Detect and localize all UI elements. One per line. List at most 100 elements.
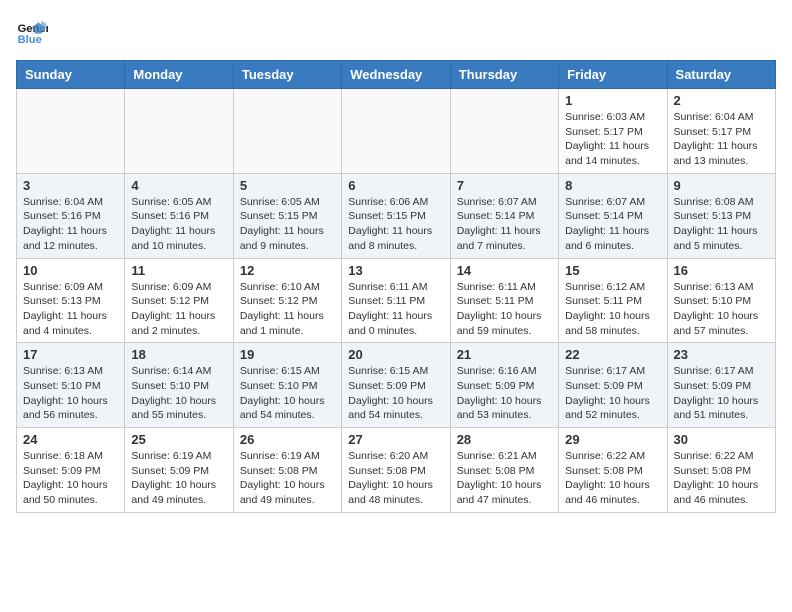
calendar-cell: 20 Sunrise: 6:15 AM Sunset: 5:09 PM Dayli…: [342, 343, 450, 428]
day-number: 30: [674, 432, 769, 447]
cell-info: Sunrise: 6:07 AM Sunset: 5:14 PM Dayligh…: [457, 195, 552, 254]
day-number: 2: [674, 93, 769, 108]
cell-info: Sunrise: 6:22 AM Sunset: 5:08 PM Dayligh…: [565, 449, 660, 508]
cell-info: Sunrise: 6:06 AM Sunset: 5:15 PM Dayligh…: [348, 195, 443, 254]
cell-info: Sunrise: 6:11 AM Sunset: 5:11 PM Dayligh…: [348, 280, 443, 339]
calendar-cell: 23 Sunrise: 6:17 AM Sunset: 5:09 PM Dayli…: [667, 343, 775, 428]
day-number: 26: [240, 432, 335, 447]
calendar-cell: 15 Sunrise: 6:12 AM Sunset: 5:11 PM Dayli…: [559, 258, 667, 343]
calendar-cell: 25 Sunrise: 6:19 AM Sunset: 5:09 PM Dayli…: [125, 428, 233, 513]
calendar-cell: 18 Sunrise: 6:14 AM Sunset: 5:10 PM Dayli…: [125, 343, 233, 428]
cell-info: Sunrise: 6:15 AM Sunset: 5:09 PM Dayligh…: [348, 364, 443, 423]
day-header-monday: Monday: [125, 61, 233, 89]
cell-info: Sunrise: 6:21 AM Sunset: 5:08 PM Dayligh…: [457, 449, 552, 508]
day-number: 16: [674, 263, 769, 278]
day-number: 11: [131, 263, 226, 278]
day-number: 20: [348, 347, 443, 362]
calendar-cell: [450, 89, 558, 174]
calendar-cell: 8Sunrise: 6:07 AM Sunset: 5:14 PM Daylig…: [559, 173, 667, 258]
calendar-cell: 22 Sunrise: 6:17 AM Sunset: 5:09 PM Dayli…: [559, 343, 667, 428]
day-header-tuesday: Tuesday: [233, 61, 341, 89]
cell-info: Sunrise: 6:04 AM Sunset: 5:16 PM Dayligh…: [23, 195, 118, 254]
calendar-week-row: 24 Sunrise: 6:18 AM Sunset: 5:09 PM Dayli…: [17, 428, 776, 513]
day-number: 27: [348, 432, 443, 447]
calendar-week-row: 17 Sunrise: 6:13 AM Sunset: 5:10 PM Dayli…: [17, 343, 776, 428]
cell-info: Sunrise: 6:09 AM Sunset: 5:12 PM Dayligh…: [131, 280, 226, 339]
calendar-cell: 13 Sunrise: 6:11 AM Sunset: 5:11 PM Dayli…: [342, 258, 450, 343]
cell-info: Sunrise: 6:16 AM Sunset: 5:09 PM Dayligh…: [457, 364, 552, 423]
day-number: 9: [674, 178, 769, 193]
day-number: 22: [565, 347, 660, 362]
cell-info: Sunrise: 6:03 AM Sunset: 5:17 PM Dayligh…: [565, 110, 660, 169]
calendar-cell: 28 Sunrise: 6:21 AM Sunset: 5:08 PM Dayli…: [450, 428, 558, 513]
day-header-sunday: Sunday: [17, 61, 125, 89]
day-number: 14: [457, 263, 552, 278]
cell-info: Sunrise: 6:13 AM Sunset: 5:10 PM Dayligh…: [23, 364, 118, 423]
day-number: 24: [23, 432, 118, 447]
calendar-cell: 4 Sunrise: 6:05 AM Sunset: 5:16 PM Daylig…: [125, 173, 233, 258]
cell-info: Sunrise: 6:08 AM Sunset: 5:13 PM Dayligh…: [674, 195, 769, 254]
cell-info: Sunrise: 6:19 AM Sunset: 5:08 PM Dayligh…: [240, 449, 335, 508]
cell-info: Sunrise: 6:17 AM Sunset: 5:09 PM Dayligh…: [674, 364, 769, 423]
day-header-thursday: Thursday: [450, 61, 558, 89]
calendar-cell: 9 Sunrise: 6:08 AM Sunset: 5:13 PM Daylig…: [667, 173, 775, 258]
day-number: 1: [565, 93, 660, 108]
cell-info: Sunrise: 6:12 AM Sunset: 5:11 PM Dayligh…: [565, 280, 660, 339]
day-number: 28: [457, 432, 552, 447]
day-header-saturday: Saturday: [667, 61, 775, 89]
calendar-cell: 1 Sunrise: 6:03 AM Sunset: 5:17 PM Daylig…: [559, 89, 667, 174]
calendar-header-row: SundayMondayTuesdayWednesdayThursdayFrid…: [17, 61, 776, 89]
day-number: 5: [240, 178, 335, 193]
calendar-cell: [233, 89, 341, 174]
day-number: 18: [131, 347, 226, 362]
day-number: 4: [131, 178, 226, 193]
calendar-cell: 26 Sunrise: 6:19 AM Sunset: 5:08 PM Dayli…: [233, 428, 341, 513]
day-number: 7: [457, 178, 552, 193]
cell-info: Sunrise: 6:04 AM Sunset: 5:17 PM Dayligh…: [674, 110, 769, 169]
day-number: 6: [348, 178, 443, 193]
calendar-cell: 11 Sunrise: 6:09 AM Sunset: 5:12 PM Dayli…: [125, 258, 233, 343]
cell-info: Sunrise: 6:07 AM Sunset: 5:14 PM Dayligh…: [565, 195, 660, 254]
calendar-cell: 14Sunrise: 6:11 AM Sunset: 5:11 PM Dayli…: [450, 258, 558, 343]
logo: General Blue: [16, 16, 52, 48]
calendar-cell: 12Sunrise: 6:10 AM Sunset: 5:12 PM Dayli…: [233, 258, 341, 343]
day-number: 25: [131, 432, 226, 447]
cell-info: Sunrise: 6:09 AM Sunset: 5:13 PM Dayligh…: [23, 280, 118, 339]
calendar-cell: 21 Sunrise: 6:16 AM Sunset: 5:09 PM Dayli…: [450, 343, 558, 428]
calendar-week-row: 3 Sunrise: 6:04 AM Sunset: 5:16 PM Daylig…: [17, 173, 776, 258]
calendar-cell: 29Sunrise: 6:22 AM Sunset: 5:08 PM Dayli…: [559, 428, 667, 513]
calendar-cell: 16Sunrise: 6:13 AM Sunset: 5:10 PM Dayli…: [667, 258, 775, 343]
day-number: 23: [674, 347, 769, 362]
calendar: SundayMondayTuesdayWednesdayThursdayFrid…: [16, 60, 776, 513]
day-number: 3: [23, 178, 118, 193]
calendar-week-row: 1 Sunrise: 6:03 AM Sunset: 5:17 PM Daylig…: [17, 89, 776, 174]
day-number: 13: [348, 263, 443, 278]
day-number: 12: [240, 263, 335, 278]
page-header: General Blue: [16, 16, 776, 48]
calendar-cell: 24 Sunrise: 6:18 AM Sunset: 5:09 PM Dayli…: [17, 428, 125, 513]
day-header-friday: Friday: [559, 61, 667, 89]
day-number: 19: [240, 347, 335, 362]
calendar-cell: 30Sunrise: 6:22 AM Sunset: 5:08 PM Dayli…: [667, 428, 775, 513]
day-number: 10: [23, 263, 118, 278]
cell-info: Sunrise: 6:14 AM Sunset: 5:10 PM Dayligh…: [131, 364, 226, 423]
calendar-cell: [17, 89, 125, 174]
cell-info: Sunrise: 6:20 AM Sunset: 5:08 PM Dayligh…: [348, 449, 443, 508]
cell-info: Sunrise: 6:15 AM Sunset: 5:10 PM Dayligh…: [240, 364, 335, 423]
day-header-wednesday: Wednesday: [342, 61, 450, 89]
cell-info: Sunrise: 6:05 AM Sunset: 5:15 PM Dayligh…: [240, 195, 335, 254]
calendar-cell: 17 Sunrise: 6:13 AM Sunset: 5:10 PM Dayli…: [17, 343, 125, 428]
calendar-cell: 3 Sunrise: 6:04 AM Sunset: 5:16 PM Daylig…: [17, 173, 125, 258]
day-number: 15: [565, 263, 660, 278]
svg-text:Blue: Blue: [18, 34, 42, 46]
calendar-week-row: 10 Sunrise: 6:09 AM Sunset: 5:13 PM Dayli…: [17, 258, 776, 343]
cell-info: Sunrise: 6:05 AM Sunset: 5:16 PM Dayligh…: [131, 195, 226, 254]
calendar-cell: 27 Sunrise: 6:20 AM Sunset: 5:08 PM Dayli…: [342, 428, 450, 513]
cell-info: Sunrise: 6:17 AM Sunset: 5:09 PM Dayligh…: [565, 364, 660, 423]
calendar-cell: 7 Sunrise: 6:07 AM Sunset: 5:14 PM Daylig…: [450, 173, 558, 258]
cell-info: Sunrise: 6:18 AM Sunset: 5:09 PM Dayligh…: [23, 449, 118, 508]
logo-icon: General Blue: [16, 16, 48, 48]
day-number: 17: [23, 347, 118, 362]
day-number: 21: [457, 347, 552, 362]
cell-info: Sunrise: 6:19 AM Sunset: 5:09 PM Dayligh…: [131, 449, 226, 508]
